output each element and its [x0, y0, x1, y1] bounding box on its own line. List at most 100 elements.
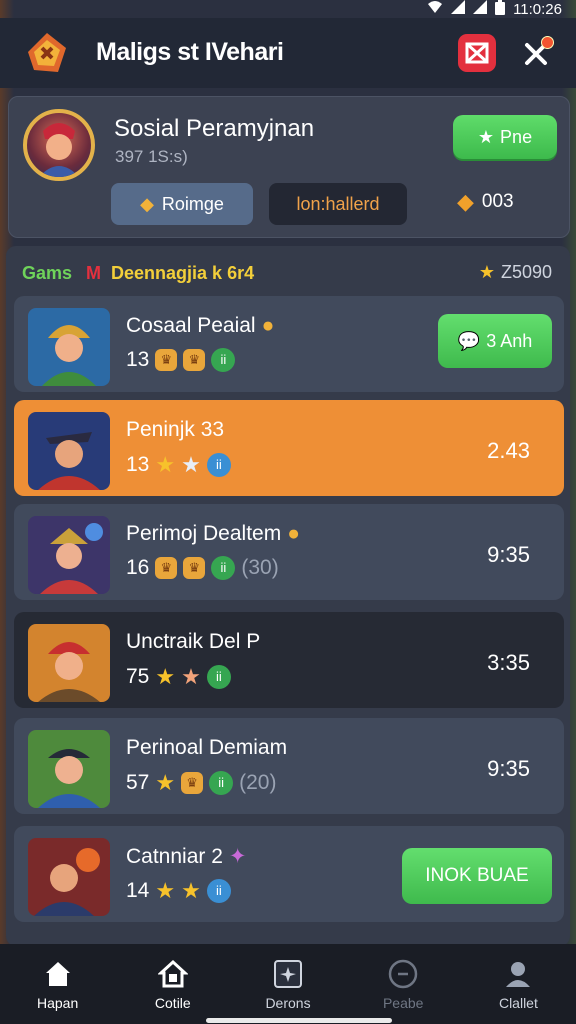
bottom-navigation: Hapan Cotile Derons Peabe Clallet	[0, 944, 576, 1024]
list-header-subtitle: Deennagjia k 6r4	[111, 262, 255, 283]
game-time: 9:35	[487, 756, 530, 781]
game-meta: 57 ★ ♛ ii (20)	[126, 770, 276, 796]
game-time: 9:35	[487, 542, 530, 567]
game-title: Perimoj Dealtem ●	[126, 522, 300, 545]
chat-button[interactable]: 💬 3 Anh	[438, 314, 552, 368]
coin-count: 003	[481, 191, 514, 212]
list-header-score-value: Z5090	[500, 262, 552, 282]
game-thumbnail	[28, 838, 110, 916]
game-meta: 13 ♛ ♛ ii	[126, 348, 236, 372]
red-shield-icon	[465, 42, 489, 64]
list-item[interactable]: Perimoj Dealtem ● 16 ♛ ♛ ii (30) 9:35	[14, 504, 564, 600]
chat-button-label: 3 Anh	[486, 330, 533, 351]
star-icon: ★	[478, 262, 495, 282]
game-level: 14	[126, 879, 150, 902]
star-icon: ★	[155, 664, 176, 689]
game-title: Catnniar 2 ✦	[126, 845, 247, 868]
star-icon: ★	[155, 878, 176, 903]
nav-peabe-label: Peabe	[382, 995, 424, 1011]
nav-profile[interactable]: Clallet	[461, 944, 576, 1024]
leaderboard-chip-label: lon:hallerd	[296, 193, 380, 214]
list-item[interactable]: Peninjk 33 13 ★ ★ ii 2.43	[14, 400, 564, 496]
list-header: Gams M Deennagjia k 6r4 ★ Z5090	[22, 258, 552, 288]
app-logo-icon[interactable]	[22, 30, 72, 76]
game-title: Unctraik Del P	[126, 630, 261, 653]
game-level: 13	[126, 453, 150, 476]
game-time: 3:35	[487, 650, 530, 675]
range-chip-label: Roimge	[161, 193, 224, 214]
leaderboard-chip[interactable]: lon:hallerd	[269, 183, 407, 225]
signal-icon	[473, 0, 488, 18]
status-bar: 11:0:26	[0, 0, 576, 18]
coin-counter: ◆ 003	[457, 189, 514, 215]
game-thumbnail	[28, 730, 110, 808]
game-meta: 14 ★ ★ ii	[126, 878, 231, 904]
nav-derons[interactable]: Derons	[230, 944, 345, 1024]
avatar[interactable]	[23, 109, 95, 181]
range-chip[interactable]: ◆ Roimge	[111, 183, 253, 225]
rank-badge-icon: ii	[206, 879, 231, 903]
coin-icon: ◆	[140, 193, 154, 214]
nav-cottage-label: Cotile	[154, 995, 191, 1011]
game-level: 13	[126, 348, 150, 371]
list-header-m: M	[86, 262, 102, 283]
coin-icon: ●	[287, 522, 300, 545]
list-header-score: ★ Z5090	[479, 262, 552, 283]
app-title: Maligs st IVehari	[96, 38, 284, 66]
list-header-games[interactable]: Gams	[22, 263, 72, 284]
nav-cottage[interactable]: Cotile	[115, 944, 230, 1024]
battery-icon	[495, 0, 506, 19]
crown-icon: ♛	[183, 349, 206, 371]
home-icon	[41, 957, 75, 991]
coin-icon: ●	[261, 314, 275, 337]
status-time: 11:0:26	[513, 0, 562, 18]
signal-icon	[451, 0, 466, 18]
nav-home-label: Hapan	[36, 995, 79, 1011]
profile-card: Sosial Peramyjnan 397 1S:s) ★ Pne ◆ Roim…	[8, 96, 570, 238]
list-item[interactable]: Perinoal Demiam 57 ★ ♛ ii (20) 9:35	[14, 718, 564, 814]
star-icon: ★	[477, 126, 495, 147]
game-extra: (20)	[239, 771, 277, 794]
nav-peabe[interactable]: Peabe	[346, 944, 461, 1024]
play-button[interactable]: ★ Pne	[453, 115, 557, 159]
invoke-button[interactable]: INOK BUAE	[402, 848, 552, 904]
star-icon: ★	[181, 664, 201, 689]
clock-icon	[386, 957, 420, 991]
game-thumbnail	[28, 516, 110, 594]
crown-icon: ♛	[183, 557, 206, 579]
game-thumbnail	[28, 412, 110, 490]
star-icon: ★	[181, 452, 201, 477]
wifi-icon	[427, 0, 443, 18]
rank-badge-icon: ii	[206, 453, 231, 477]
cottage-icon	[156, 957, 190, 991]
nav-profile-label: Clallet	[498, 995, 538, 1011]
list-item[interactable]: Unctraik Del P 75 ★ ★ ii 3:35	[14, 612, 564, 708]
star-icon: ★	[155, 770, 176, 795]
rank-badge-icon: ii	[211, 556, 236, 580]
red-shield-button[interactable]	[458, 34, 496, 72]
game-extra: (30)	[241, 556, 279, 579]
lightning-icon: ✦	[228, 845, 247, 868]
game-title: Cosaal Peaial ●	[126, 314, 275, 337]
game-meta: 16 ♛ ♛ ii (30)	[126, 556, 279, 580]
profile-subtitle: 397 1S:s)	[115, 147, 188, 166]
home-indicator[interactable]	[206, 1018, 392, 1023]
list-item[interactable]: Cosaal Peaial ● 13 ♛ ♛ ii 💬 3 Anh	[14, 296, 564, 392]
card-icon	[271, 957, 305, 991]
rank-badge-icon: ii	[211, 348, 236, 372]
game-time: 2.43	[487, 438, 530, 463]
chat-icon: 💬	[457, 330, 481, 351]
tools-button[interactable]	[516, 34, 556, 74]
game-thumbnail	[28, 624, 110, 702]
list-item[interactable]: Catnniar 2 ✦ 14 ★ ★ ii INOK BUAE	[14, 826, 564, 922]
play-label: Pne	[500, 126, 533, 147]
game-title: Peninjk 33	[126, 418, 225, 441]
game-meta: 13 ★ ★ ii	[126, 452, 231, 478]
game-title: Perinoal Demiam	[126, 736, 288, 759]
crown-icon: ♛	[155, 349, 178, 371]
nav-home[interactable]: Hapan	[0, 944, 115, 1024]
game-thumbnail	[28, 308, 110, 386]
star-icon: ★	[181, 878, 201, 903]
rank-badge-icon: ii	[209, 771, 234, 795]
game-meta: 75 ★ ★ ii	[126, 664, 231, 690]
